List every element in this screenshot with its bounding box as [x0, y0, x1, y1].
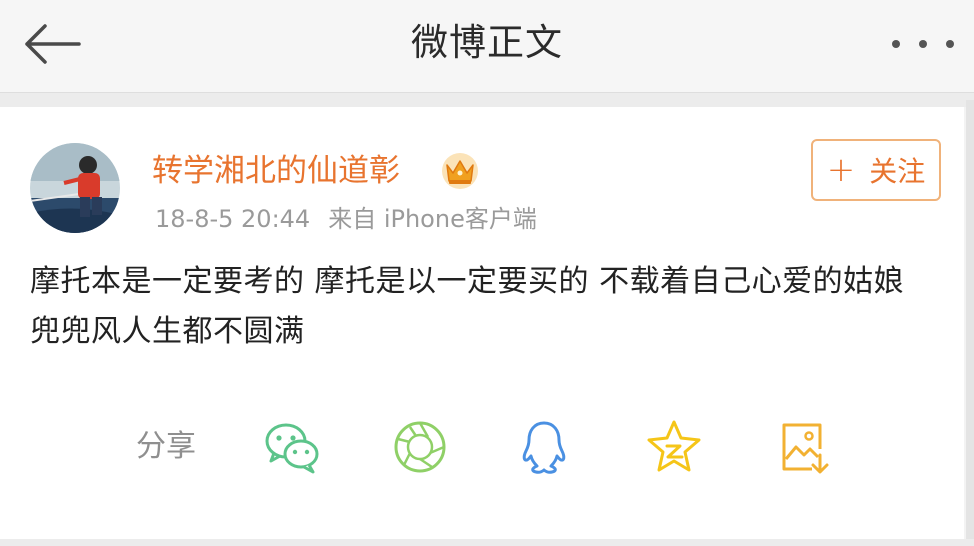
qzone-icon[interactable]: [644, 417, 704, 477]
bottom-divider: [0, 539, 974, 546]
share-bar: 分享: [0, 407, 964, 487]
crown-icon: [440, 151, 480, 191]
scrollbar[interactable]: [966, 100, 974, 540]
post-time: 18-8-5 20:44: [155, 205, 311, 233]
follow-label: 关注: [869, 155, 926, 188]
more-dot: [946, 40, 954, 48]
post-card: 转学湘北的仙道彰 18-8-5 20:44 来自 iPhone客户端 + 关注 摩…: [0, 107, 964, 539]
save-image-icon[interactable]: [774, 417, 834, 477]
weibo-post-screen: 微博正文 转学湘北的仙道彰 18-8-5 20:44 来自 iPhone客户端 …: [0, 0, 974, 546]
avatar[interactable]: [30, 143, 120, 233]
qq-icon[interactable]: [514, 417, 574, 477]
follow-button[interactable]: + 关注: [811, 139, 941, 201]
wechat-icon[interactable]: [262, 417, 322, 477]
avatar-image: [30, 143, 120, 233]
post-text: 摩托本是一定要考的 摩托是以一定要买的 不载着自己心爱的姑娘兜兜风人生都不圆满: [30, 264, 905, 349]
user-name[interactable]: 转学湘北的仙道彰: [152, 151, 400, 191]
page-title: 微博正文: [411, 21, 563, 64]
more-dots-icon: [892, 40, 900, 48]
plus-icon: +: [826, 150, 856, 190]
top-nav-bar: 微博正文: [0, 0, 974, 93]
post-source: 来自 iPhone客户端: [328, 205, 537, 233]
more-options-button[interactable]: [892, 22, 954, 66]
moments-icon[interactable]: [390, 417, 450, 477]
post-meta: 18-8-5 20:44 来自 iPhone客户端: [155, 201, 537, 237]
section-divider: [0, 93, 974, 107]
more-dot: [919, 40, 927, 48]
share-label: 分享: [136, 429, 196, 464]
